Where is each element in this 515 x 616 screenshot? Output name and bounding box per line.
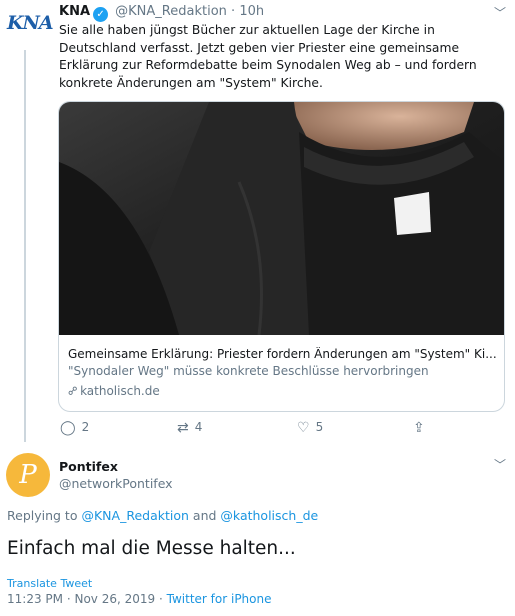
card-domain: ⚯katholisch.de [64, 382, 160, 400]
avatar-letter: P [19, 460, 37, 490]
verified-badge-icon: ✓ [93, 7, 109, 22]
like-button[interactable]: ♡ 5 [297, 420, 323, 436]
tweet-source[interactable]: Twitter for iPhone [167, 592, 272, 606]
thread-line [24, 50, 26, 442]
replying-prefix: Replying to [7, 508, 78, 523]
card-domain-text: katholisch.de [80, 384, 160, 398]
link-icon: ⚯ [64, 382, 82, 400]
tweet1-header: KNA ✓ @KNA_Redaktion · 10h [59, 4, 264, 22]
reply-icon: ◯ [60, 420, 76, 436]
chevron-down-icon[interactable]: ﹀ [494, 456, 506, 473]
separator-dot: · [231, 4, 236, 19]
tweet-time[interactable]: 11:23 PM [7, 592, 63, 606]
chevron-down-icon[interactable]: ﹀ [494, 4, 506, 21]
replying-to: Replying to @KNA_Redaktion and @katholis… [7, 508, 318, 523]
author-name[interactable]: KNA [59, 4, 90, 19]
retweet-icon: ⇄ [177, 420, 189, 436]
author-handle[interactable]: @KNA_Redaktion [115, 4, 227, 19]
share-icon: ⇪ [413, 420, 425, 436]
tweet-meta: 11:23 PM · Nov 26, 2019 · Twitter for iP… [7, 592, 272, 606]
heart-icon: ♡ [297, 420, 310, 436]
tweet2-text: Einfach mal die Messe halten... [7, 538, 296, 559]
pontifex-avatar[interactable]: P [6, 453, 50, 497]
tweet1-text: Sie alle haben jüngst Bücher zur aktuell… [59, 23, 477, 90]
card-title[interactable]: Gemeinsame Erklärung: Priester fordern Ä… [68, 347, 498, 361]
separator-dot: · [66, 592, 71, 606]
mention-link[interactable]: @katholisch_de [220, 508, 318, 523]
share-button[interactable]: ⇪ [413, 420, 431, 436]
reply-count: 2 [81, 420, 90, 434]
translate-tweet-link[interactable]: Translate Tweet [7, 577, 92, 590]
kna-avatar[interactable]: KNA [7, 12, 54, 42]
author-handle[interactable]: @networkPontifex [59, 476, 173, 491]
mention-link[interactable]: @KNA_Redaktion [81, 508, 188, 523]
retweet-button[interactable]: ⇄ 4 [177, 420, 202, 436]
reply-button[interactable]: ◯ 2 [60, 420, 89, 436]
and-word: and [192, 508, 217, 523]
retweet-count: 4 [194, 420, 203, 434]
link-card[interactable]: Gemeinsame Erklärung: Priester fordern Ä… [58, 101, 505, 412]
card-description: "Synodaler Weg" müsse konkrete Beschlüss… [68, 364, 429, 378]
tweet-time[interactable]: 10h [239, 4, 264, 19]
separator-dot: · [158, 592, 163, 606]
author-name[interactable]: Pontifex [59, 459, 118, 474]
tweet-date[interactable]: Nov 26, 2019 [74, 592, 155, 606]
like-count: 5 [315, 420, 324, 434]
card-image [59, 102, 504, 335]
